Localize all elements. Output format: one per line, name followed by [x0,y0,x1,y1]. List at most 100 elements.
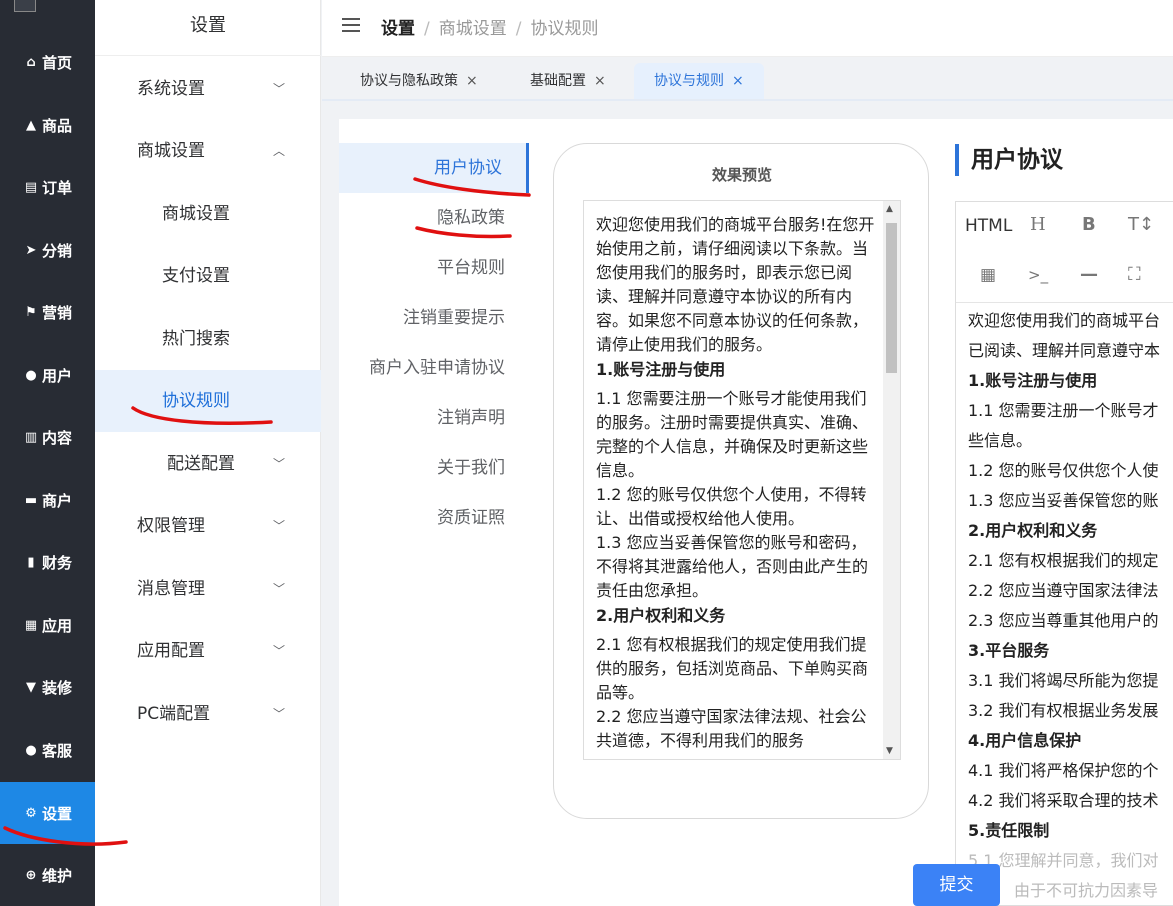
submenu-app-config[interactable]: 应用配置 ﹀ [95,620,321,682]
nav-item-merchants[interactable]: ▬ 商户 [0,469,95,531]
nav-item-label: 维护 [41,866,72,885]
service-icon: ● [25,742,37,758]
video-icon[interactable]: ▦ [980,265,996,285]
nav-item-finance[interactable]: ▮ 财务 [0,531,95,593]
horizontal-rule-icon[interactable]: — [1080,264,1098,285]
submenu-mall-settings-group[interactable]: 商城设置 ︿ [95,120,321,182]
user-icon: ● [25,367,37,383]
preview-paragraph: 2.2 您应当遵守国家法律法规、社会公共道德，不得利用我们的服务 [596,707,867,750]
editor-toolbar: HTML H B T↕ ▦ >_ — ⛶ [956,202,1173,303]
submenu-payment-settings[interactable]: 支付设置 [95,245,321,307]
editor-line: 些信息。 [968,431,1033,450]
submenu-label: PC端配置 [137,704,211,724]
preview-scroll-area[interactable]: 欢迎您使用我们的商城平台服务!在您开始使用之前，请仔细阅读以下条款。当您使用我们… [583,200,901,760]
app-root: ⌂ 首页 ▲ 商品 ▤ 订单 ➤ 分销 ⚑ 营销 ● 用户 ▥ 内容 ▬ 商户 ▮ 财务 ▦ 应用 … [0,0,1173,906]
nav-item-label: 商户 [41,491,72,510]
tabs-divider [322,99,1173,101]
editor-heading: 2.用户权利和义务 [968,521,1098,540]
breadcrumb-item[interactable]: 商城设置 [439,19,507,39]
submenu-label: 商城设置 [162,204,230,224]
heading-button[interactable]: H [1030,214,1046,235]
tab-agreement-privacy[interactable]: 协议与隐私政策 × [360,63,478,99]
nav-item-apps[interactable]: ▦ 应用 [0,594,95,656]
editor-heading: 3.平台服务 [968,641,1050,660]
preview-content: 欢迎您使用我们的商城平台服务!在您开始使用之前，请仔细阅读以下条款。当您使用我们… [596,213,878,753]
flag-icon: ⚑ [25,304,37,320]
submenu-system-settings[interactable]: 系统设置 ﹀ [95,58,321,120]
font-size-button[interactable]: T↕ [1128,214,1154,235]
editor-heading: 5.责任限制 [968,821,1050,840]
chevron-down-icon: ﹀ [272,582,285,596]
preview-paragraph: 2.1 您有权根据我们的规定使用我们提供的服务，包括浏览商品、下单购买商品等。 [596,635,869,702]
side-tab-cancellation-statement[interactable]: 注销声明 [437,393,529,443]
editor-line: 4.1 我们将严格保护您的个 [968,761,1159,780]
submit-button[interactable]: 提交 [913,864,1000,906]
fullscreen-icon[interactable]: ⛶ [1128,264,1141,285]
editor-line: 3.2 我们有权根据业务发展 [968,701,1159,720]
scroll-up-arrow-icon[interactable]: ▲ [886,204,893,214]
nav-item-decoration[interactable]: ▼ 装修 [0,656,95,718]
submenu-label: 系统设置 [137,79,205,99]
side-tab-qualifications[interactable]: 资质证照 [437,493,529,543]
code-icon[interactable]: >_ [1028,266,1048,284]
preview-scrollbar[interactable]: ▲ ▼ [883,201,900,759]
bold-button[interactable]: B [1082,214,1096,235]
submenu-hot-search[interactable]: 热门搜索 [95,308,321,370]
submenu-agreement-rules[interactable]: 协议规则 [95,370,321,432]
scrollbar-thumb[interactable] [886,223,897,373]
nav-item-maintenance[interactable]: ⊕ 维护 [0,844,95,906]
tab-basic-config[interactable]: 基础配置 × [530,63,606,99]
nav-item-label: 营销 [41,303,72,322]
nav-item-customer-service[interactable]: ● 客服 [0,719,95,781]
nav-item-marketing[interactable]: ⚑ 营销 [0,281,95,343]
submenu-pc-config[interactable]: PC端配置 ﹀ [95,683,321,745]
side-tab-privacy-policy[interactable]: 隐私政策 [437,193,529,243]
side-tab-platform-rules[interactable]: 平台规则 [437,243,529,293]
editor-line: 2.1 您有权根据我们的规定 [968,551,1159,570]
side-tab-user-agreement[interactable]: 用户协议 [339,143,529,193]
nav-item-distribution[interactable]: ➤ 分销 [0,219,95,281]
submenu-label: 应用配置 [137,641,205,661]
submenu-delivery-config[interactable]: 配送配置 ﹀ [95,433,321,495]
nav-item-label: 客服 [41,741,72,760]
send-icon: ➤ [25,242,37,258]
side-tab-about-us[interactable]: 关于我们 [437,443,529,493]
settings-submenu: 设置 系统设置 ﹀ 商城设置 ︿ 商城设置 支付设置 热门搜索 协议规则 配送配置 ﹀… [95,0,321,906]
html-mode-button[interactable]: HTML [965,216,1012,236]
breadcrumb-item: 协议规则 [530,19,599,39]
preview-paragraph: 1.1 您需要注册一个账号才能使用我们的服务。注册时需要提供真实、准确、完整的个… [596,389,869,480]
nav-item-products[interactable]: ▲ 商品 [0,94,95,156]
side-tab-merchant-agreement[interactable]: 商户入驻申请协议 [369,343,529,393]
editor-content[interactable]: 欢迎您使用我们的商城平台 已阅读、理解并同意遵守本 1.账号注册与使用 1.1 … [968,306,1173,905]
preview-heading: 1.账号注册与使用 [596,360,726,379]
breadcrumb-item[interactable]: 设置 [381,19,415,39]
nav-item-settings[interactable]: ⚙ 设置 [0,782,95,844]
scroll-down-arrow-icon[interactable]: ▼ [886,746,893,756]
tab-agreement-rules[interactable]: 协议与规则 × [634,63,764,99]
apps-icon: ▦ [24,617,38,633]
decor-icon: ▼ [25,679,36,695]
submenu-label: 热门搜索 [162,329,230,349]
submenu-messages[interactable]: 消息管理 ﹀ [95,558,321,620]
submenu-mall-settings[interactable]: 商城设置 [95,183,321,245]
order-icon: ▤ [24,179,38,195]
top-header: 设置 / 商城设置 / 协议规则 [322,0,1173,57]
nav-item-orders[interactable]: ▤ 订单 [0,156,95,218]
submenu-permissions[interactable]: 权限管理 ﹀ [95,495,321,557]
menu-toggle-icon[interactable] [342,18,360,34]
chevron-down-icon: ﹀ [272,644,285,658]
preview-title: 效果预览 [711,166,772,184]
submenu-label: 协议规则 [162,391,230,411]
nav-item-home[interactable]: ⌂ 首页 [0,31,95,93]
chevron-down-icon: ﹀ [272,519,285,533]
nav-item-users[interactable]: ● 用户 [0,344,95,406]
close-icon[interactable]: × [732,73,744,89]
side-tab-cancellation-notice[interactable]: 注销重要提示 [403,293,529,343]
submenu-label: 支付设置 [162,266,230,286]
close-icon[interactable]: × [466,73,478,89]
editor-heading: 4.用户信息保护 [968,731,1082,750]
close-icon[interactable]: × [594,73,606,89]
editor-line: 1.2 您的账号仅供您个人使 [968,461,1159,480]
nav-item-content[interactable]: ▥ 内容 [0,406,95,468]
main-nav-sidebar: ⌂ 首页 ▲ 商品 ▤ 订单 ➤ 分销 ⚑ 营销 ● 用户 ▥ 内容 ▬ 商户 ▮ 财务 ▦ 应用 … [0,0,95,906]
